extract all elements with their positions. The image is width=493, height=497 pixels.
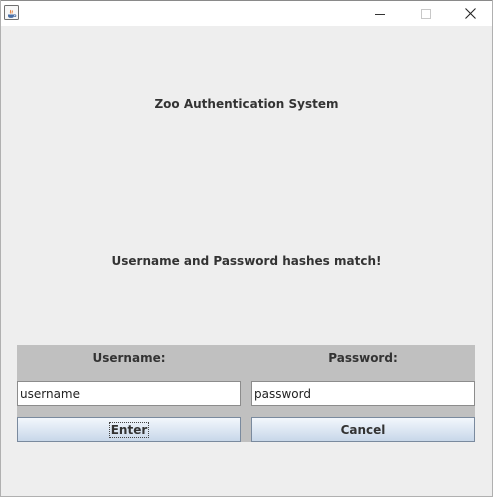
username-label: Username:: [92, 351, 166, 365]
close-icon: [464, 8, 476, 19]
username-input[interactable]: [17, 381, 241, 406]
enter-button[interactable]: Enter: [17, 417, 241, 442]
password-label: Password:: [328, 351, 398, 365]
password-input[interactable]: [251, 381, 475, 406]
close-button[interactable]: [447, 1, 493, 26]
cancel-button-label: Cancel: [340, 422, 386, 437]
title-bar[interactable]: [1, 0, 492, 26]
app-window: Zoo Authentication System Username and P…: [0, 0, 493, 497]
login-form-panel: Username: Password: Enter Cancel: [17, 345, 475, 442]
cancel-button[interactable]: Cancel: [251, 417, 475, 442]
content-pane: Zoo Authentication System Username and P…: [1, 26, 492, 496]
system-title: Zoo Authentication System: [154, 97, 339, 111]
enter-button-label: Enter: [108, 421, 150, 438]
minimize-icon: [375, 13, 385, 15]
minimize-button[interactable]: [357, 1, 403, 26]
maximize-icon: [421, 8, 431, 19]
maximize-button[interactable]: [403, 1, 449, 26]
status-message: Username and Password hashes match!: [111, 254, 382, 268]
java-app-icon[interactable]: [4, 5, 19, 20]
